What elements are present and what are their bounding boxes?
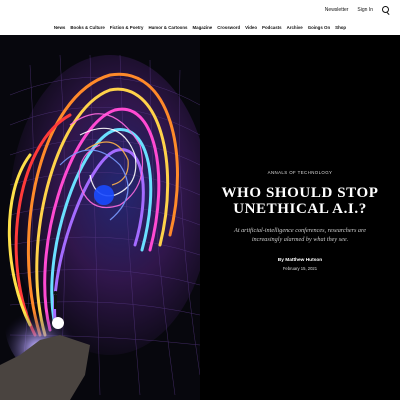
- article-byline[interactable]: By Matthew Hutson: [200, 258, 400, 263]
- hero-illustration-svg: [0, 35, 200, 400]
- sign-in-link[interactable]: Sign In: [357, 7, 373, 13]
- article-dek: At artificial-intelligence conferences, …: [234, 227, 366, 243]
- article-header-panel: ANNALS OF TECHNOLOGY WHO SHOULD STOP UNE…: [200, 35, 400, 400]
- nav-item-magazine[interactable]: Magazine: [192, 25, 212, 30]
- nav-item-news[interactable]: News: [54, 25, 65, 30]
- main-nav: News Books & Culture Fiction & Poetry Hu…: [0, 20, 400, 35]
- nav-item-books-culture[interactable]: Books & Culture: [70, 25, 104, 30]
- search-icon[interactable]: [382, 6, 390, 14]
- nav-item-video[interactable]: Video: [245, 25, 257, 30]
- nav-item-humor-cartoons[interactable]: Humor & Cartoons: [148, 25, 187, 30]
- article-headline: WHO SHOULD STOP UNETHICAL A.I.?: [200, 185, 400, 217]
- nav-item-goings-on[interactable]: Goings On: [308, 25, 330, 30]
- hero-illustration: [0, 35, 200, 400]
- headline-line-2: UNETHICAL A.I.?: [233, 201, 367, 217]
- nav-item-fiction-poetry[interactable]: Fiction & Poetry: [110, 25, 144, 30]
- nav-item-shop[interactable]: Shop: [335, 25, 346, 30]
- header-actions: Newsletter Sign In: [325, 6, 390, 14]
- nav-item-archive[interactable]: Archive: [287, 25, 303, 30]
- headline-line-1: WHO SHOULD STOP: [221, 185, 379, 201]
- article-date: February 15, 2021: [282, 266, 318, 271]
- article-rubric[interactable]: ANNALS OF TECHNOLOGY: [200, 170, 400, 175]
- newsletter-link[interactable]: Newsletter: [325, 7, 349, 13]
- nav-item-crossword[interactable]: Crossword: [217, 25, 240, 30]
- nav-item-podcasts[interactable]: Podcasts: [262, 25, 282, 30]
- top-bar: Newsletter Sign In: [0, 0, 400, 20]
